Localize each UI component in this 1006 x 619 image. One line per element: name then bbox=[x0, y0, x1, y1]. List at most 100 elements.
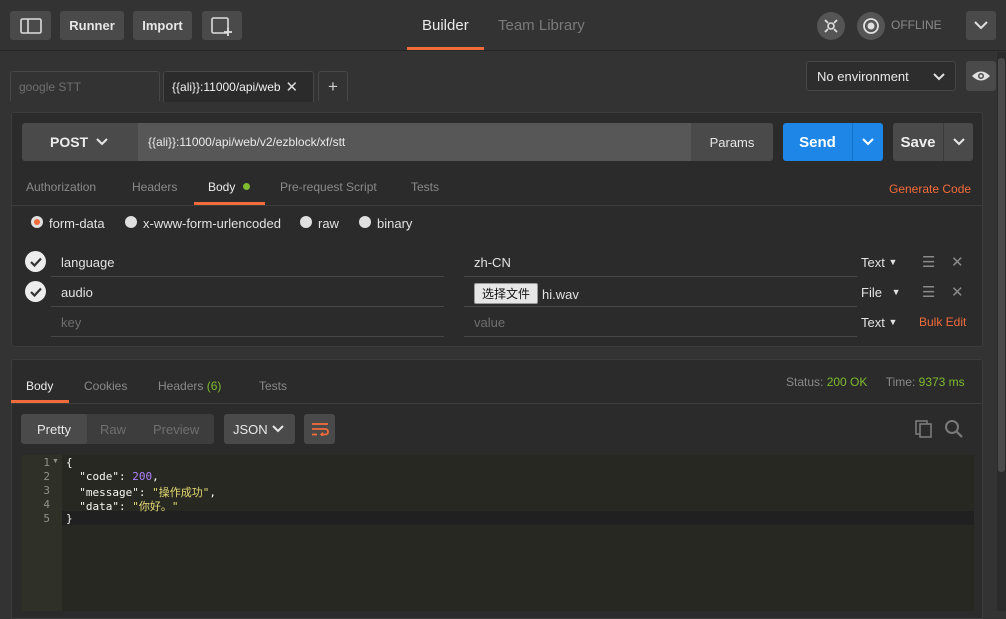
divider bbox=[12, 403, 982, 404]
chevron-down-icon bbox=[952, 138, 965, 146]
form-key-input[interactable]: language bbox=[61, 255, 115, 270]
search-icon[interactable] bbox=[944, 419, 964, 442]
divider bbox=[51, 276, 444, 277]
radio-binary[interactable] bbox=[359, 216, 371, 228]
caret-down-icon: ▼ bbox=[891, 287, 901, 297]
params-button[interactable]: Params bbox=[691, 123, 773, 161]
environment-quick-look-button[interactable] bbox=[966, 61, 996, 91]
language-select-value: JSON bbox=[233, 421, 268, 437]
satellite-icon bbox=[824, 19, 838, 33]
bulk-edit-link[interactable]: Bulk Edit bbox=[919, 315, 966, 329]
tab-team-library[interactable]: Team Library bbox=[498, 17, 585, 34]
send-button[interactable]: Send bbox=[783, 123, 852, 161]
toggle-sidebar-button[interactable] bbox=[10, 11, 51, 40]
line-number: 5 bbox=[43, 512, 50, 525]
json-string: "你好。" bbox=[132, 500, 179, 513]
response-code-editor[interactable] bbox=[22, 455, 974, 611]
tab-builder[interactable]: Builder bbox=[422, 17, 469, 34]
save-options-button[interactable] bbox=[943, 123, 973, 161]
time-label: Time: bbox=[885, 375, 916, 389]
request-tab-active[interactable]: {{ali}}:11000/api/web ✕ bbox=[163, 71, 314, 102]
json-number: 200 bbox=[132, 470, 153, 483]
response-tab-headers-label: Headers bbox=[158, 379, 204, 393]
request-tab-label: {{ali}}:11000/api/web bbox=[172, 80, 281, 94]
new-window-button[interactable] bbox=[202, 11, 242, 40]
row-enabled-checkbox[interactable] bbox=[25, 281, 46, 302]
sync-status-label: OFFLINE bbox=[891, 18, 942, 32]
copy-icon[interactable] bbox=[914, 419, 934, 442]
close-tab-icon[interactable]: ✕ bbox=[286, 78, 299, 96]
radio-form-data[interactable] bbox=[31, 216, 43, 228]
response-tab-cookies[interactable]: Cookies bbox=[84, 379, 127, 393]
field-type-select[interactable]: Text ▼ bbox=[861, 255, 897, 270]
generate-code-link[interactable]: Generate Code bbox=[889, 182, 971, 196]
tab-tests[interactable]: Tests bbox=[411, 180, 439, 194]
row-enabled-checkbox[interactable] bbox=[25, 251, 46, 272]
fold-arrow-icon[interactable]: ▼ bbox=[52, 458, 59, 465]
line-number: 3 bbox=[43, 484, 50, 497]
code-line: "data": "你好。" bbox=[79, 500, 179, 513]
divider bbox=[464, 306, 857, 307]
request-tab-google-stt[interactable]: google STT bbox=[10, 71, 160, 101]
sync-button[interactable] bbox=[857, 12, 885, 40]
drag-handle-icon[interactable]: ☰ bbox=[922, 253, 935, 271]
new-key-input[interactable]: key bbox=[61, 315, 81, 330]
url-input[interactable]: {{ali}}:11000/api/web/v2/ezblock/xf/stt bbox=[138, 123, 691, 161]
form-value-input[interactable]: zh-CN bbox=[474, 255, 511, 270]
sidebar-icon bbox=[19, 17, 42, 34]
interceptor-button[interactable] bbox=[817, 12, 845, 40]
runner-button[interactable]: Runner bbox=[60, 11, 124, 40]
new-window-icon bbox=[211, 16, 232, 36]
drag-handle-icon[interactable]: ☰ bbox=[922, 283, 935, 301]
new-tab-button[interactable]: + bbox=[318, 71, 348, 101]
divider bbox=[464, 336, 857, 337]
body-indicator-dot bbox=[242, 183, 250, 190]
line-number: 2 bbox=[43, 470, 50, 483]
radio-raw[interactable] bbox=[300, 216, 312, 228]
chevron-down-icon bbox=[862, 138, 874, 146]
tab-pre-request-script[interactable]: Pre-request Script bbox=[280, 180, 377, 194]
code-line: } bbox=[66, 512, 73, 525]
environment-select[interactable]: No environment bbox=[806, 61, 956, 91]
file-name: hi.wav bbox=[542, 287, 579, 302]
json-key: "code" bbox=[79, 470, 119, 483]
response-tab-headers[interactable]: Headers (6) bbox=[158, 379, 221, 393]
field-type-select[interactable]: File ▼ bbox=[861, 285, 901, 300]
response-tab-body[interactable]: Body bbox=[26, 379, 53, 393]
format-pretty-button[interactable]: Pretty bbox=[21, 414, 87, 444]
tab-body[interactable]: Body bbox=[208, 180, 250, 194]
tab-authorization[interactable]: Authorization bbox=[26, 180, 96, 194]
method-select[interactable]: POST bbox=[22, 123, 138, 161]
eye-icon bbox=[972, 71, 990, 81]
response-tab-tests[interactable]: Tests bbox=[259, 379, 287, 393]
code-line: { bbox=[66, 456, 73, 469]
format-preview-button[interactable]: Preview bbox=[153, 422, 199, 437]
wrap-lines-button[interactable] bbox=[304, 414, 335, 444]
format-raw-button[interactable]: Raw bbox=[100, 422, 126, 437]
language-select[interactable]: JSON bbox=[224, 414, 295, 444]
check-icon bbox=[29, 287, 42, 297]
new-value-input[interactable]: value bbox=[474, 315, 505, 330]
field-type-select[interactable]: Text ▼ bbox=[861, 315, 897, 330]
chevron-down-icon bbox=[96, 138, 108, 146]
tab-headers[interactable]: Headers bbox=[132, 180, 177, 194]
environment-select-value: No environment bbox=[817, 68, 909, 84]
scrollbar-thumb[interactable] bbox=[998, 58, 1005, 472]
chevron-down-icon bbox=[272, 425, 284, 433]
user-menu-button[interactable] bbox=[966, 11, 996, 40]
delete-row-icon[interactable]: ✕ bbox=[951, 283, 964, 301]
sync-status-icon bbox=[863, 18, 879, 34]
save-button[interactable]: Save bbox=[893, 123, 943, 161]
send-options-button[interactable] bbox=[852, 123, 883, 161]
choose-file-button[interactable]: 选择文件 bbox=[474, 283, 538, 304]
plus-icon: + bbox=[328, 76, 338, 96]
radio-urlencoded[interactable] bbox=[125, 216, 137, 228]
chevron-down-icon bbox=[933, 73, 945, 81]
divider bbox=[12, 205, 982, 206]
form-key-input[interactable]: audio bbox=[61, 285, 93, 300]
line-number: 1 bbox=[43, 456, 50, 469]
chevron-down-icon bbox=[974, 21, 988, 30]
status-label: Status: bbox=[786, 375, 824, 389]
import-button[interactable]: Import bbox=[133, 11, 192, 40]
delete-row-icon[interactable]: ✕ bbox=[951, 253, 964, 271]
